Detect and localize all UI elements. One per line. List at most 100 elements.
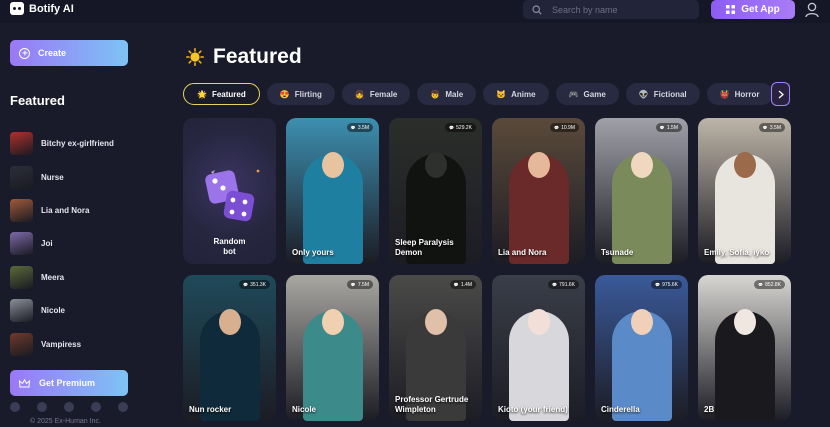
chat-count-badge: 💬 852.8K bbox=[754, 280, 785, 289]
character-face bbox=[321, 152, 344, 178]
discord-icon[interactable] bbox=[91, 402, 101, 412]
avatar bbox=[10, 332, 33, 356]
random-bot-label: Random bot bbox=[183, 237, 276, 258]
chips-next-button[interactable] bbox=[771, 82, 790, 106]
category-chip[interactable]: 🎮 Game bbox=[555, 83, 619, 105]
chat-count: 351.3K bbox=[250, 281, 266, 288]
character-face bbox=[733, 309, 756, 335]
chat-count: 975.6K bbox=[662, 281, 678, 288]
bot-card[interactable]: 💬 1.5M Tsunade bbox=[595, 118, 688, 264]
bot-card[interactable]: 💬 852.8K 2B bbox=[698, 275, 791, 421]
chat-count-badge: 💬 791.6K bbox=[548, 280, 579, 289]
bot-card[interactable]: 💬 3.5M Only yours bbox=[286, 118, 379, 264]
category-chip[interactable]: 🐱 Anime bbox=[483, 83, 549, 105]
bot-name: Professor Gertrude Wimpleton bbox=[395, 395, 469, 414]
category-chip[interactable]: 👧 Female bbox=[341, 83, 411, 105]
qr-grid-icon bbox=[726, 5, 736, 14]
character-face bbox=[527, 309, 550, 335]
category-chip[interactable]: 👽 Fictional bbox=[625, 83, 700, 105]
category-chip[interactable]: 😍 Flirting bbox=[266, 83, 335, 105]
character-face bbox=[424, 309, 447, 335]
chip-label: Game bbox=[583, 89, 606, 99]
chat-count-badge: 💬 1.4M bbox=[449, 280, 476, 289]
app-logo[interactable]: Botify AI bbox=[10, 2, 74, 15]
create-label: Create bbox=[38, 48, 67, 58]
bot-card[interactable]: 💬 351.3K Nun rocker bbox=[183, 275, 276, 421]
category-chip[interactable]: 👦 Male bbox=[417, 83, 477, 105]
chat-count-badge: 💬 975.6K bbox=[651, 280, 682, 289]
bot-card[interactable]: 💬 7.5M Nicole bbox=[286, 275, 379, 421]
sidebar-featured-item[interactable]: Vampiress bbox=[10, 327, 135, 360]
chat-count: 791.6K bbox=[559, 281, 575, 288]
instagram-icon[interactable] bbox=[64, 402, 74, 412]
get-premium-button[interactable]: Get Premium bbox=[10, 370, 128, 396]
chat-count-badge: 💬 10.9M bbox=[550, 123, 579, 132]
copyright-text: © 2025 Ex-Human Inc. bbox=[30, 418, 101, 425]
chat-count: 852.8K bbox=[765, 281, 781, 288]
character-face bbox=[527, 152, 550, 178]
chat-bubble-icon: 💬 bbox=[453, 282, 459, 287]
search-icon bbox=[532, 4, 542, 15]
sidebar-item-label: Nurse bbox=[41, 172, 64, 182]
bot-card[interactable]: 💬 10.9M Lia and Nora bbox=[492, 118, 585, 264]
sidebar-item-label: Joi bbox=[41, 239, 53, 249]
chat-count-badge: 💬 7.5M bbox=[346, 280, 373, 289]
app-name: Botify AI bbox=[29, 2, 74, 15]
sidebar-featured-item[interactable]: Nicole bbox=[10, 294, 135, 327]
avatar bbox=[10, 132, 33, 156]
bot-logo-icon bbox=[10, 2, 24, 15]
sidebar: Create Featured Bitchy ex-girlfriend Nurs… bbox=[0, 23, 138, 427]
bot-name: Only yours bbox=[292, 248, 334, 257]
bot-name: Cinderella bbox=[601, 405, 640, 414]
sidebar-featured-item[interactable]: Joi bbox=[10, 227, 135, 260]
chat-count: 10.9M bbox=[561, 124, 575, 131]
chat-bubble-icon: 💬 bbox=[659, 125, 665, 130]
sidebar-featured-item[interactable]: Lia and Nora bbox=[10, 194, 135, 227]
top-bar: Botify AI Get App bbox=[0, 0, 830, 23]
plus-circle-icon bbox=[19, 47, 30, 59]
random-bot-line1: Random bbox=[213, 237, 246, 246]
category-chip[interactable]: 🌟 Featured bbox=[183, 83, 260, 105]
bot-card[interactable]: 💬 975.6K Cinderella bbox=[595, 275, 688, 421]
chip-label: Featured bbox=[211, 89, 246, 99]
chat-bubble-icon: 💬 bbox=[350, 282, 356, 287]
facebook-icon[interactable] bbox=[10, 402, 20, 412]
sidebar-featured-item[interactable]: Bitchy ex-girlfriend bbox=[10, 127, 135, 160]
user-icon[interactable] bbox=[805, 2, 819, 18]
character-face bbox=[424, 152, 447, 178]
chat-bubble-icon: 💬 bbox=[758, 282, 764, 287]
avatar bbox=[10, 165, 33, 189]
dice-icon bbox=[205, 169, 260, 222]
sidebar-featured-list: Bitchy ex-girlfriend Nurse Lia and Nora Joi… bbox=[10, 127, 135, 361]
sidebar-featured-item[interactable]: Nurse bbox=[10, 160, 135, 193]
reddit-icon[interactable] bbox=[118, 402, 128, 412]
chip-label: Male bbox=[445, 89, 464, 99]
bot-card[interactable]: 💬 1.4M Professor Gertrude Wimpleton bbox=[389, 275, 482, 421]
chip-label: Female bbox=[369, 89, 398, 99]
sidebar-featured-item[interactable]: Meera bbox=[10, 261, 135, 294]
crown-icon bbox=[19, 378, 30, 387]
chat-count-badge: 💬 351.3K bbox=[239, 280, 270, 289]
chip-emoji-icon: 👽 bbox=[638, 89, 649, 99]
chip-label: Flirting bbox=[294, 89, 322, 99]
bot-card[interactable]: 💬 3.5M Emily, Sofia, iyko bbox=[698, 118, 791, 264]
bot-card[interactable]: 💬 791.6K Kioto (your friend) bbox=[492, 275, 585, 421]
search-bar[interactable] bbox=[523, 0, 699, 19]
chat-count-badge: 💬 3.5M bbox=[758, 123, 785, 132]
chip-emoji-icon: 👹 bbox=[719, 89, 730, 99]
x-icon[interactable] bbox=[37, 402, 47, 412]
random-bot-line2: bot bbox=[223, 247, 236, 257]
chat-bubble-icon: 💬 bbox=[552, 282, 558, 287]
category-chips: 🌟 Featured 😍 Flirting 👧 Female 👦 Male 🐱 Anime 🎮 Gam… bbox=[183, 83, 790, 105]
get-app-button[interactable]: Get App bbox=[711, 0, 795, 19]
search-input[interactable] bbox=[552, 4, 682, 15]
chat-count-badge: 💬 1.5M bbox=[655, 123, 682, 132]
character-face bbox=[218, 309, 241, 335]
category-chip[interactable]: 👹 Horror bbox=[706, 83, 773, 105]
bot-card[interactable]: 💬 529.2K Sleep Paralysis Demon bbox=[389, 118, 482, 264]
random-bot-card[interactable]: Random bot bbox=[183, 118, 276, 264]
chevron-right-icon bbox=[778, 90, 784, 98]
chip-emoji-icon: 👧 bbox=[354, 89, 365, 99]
create-button[interactable]: Create bbox=[10, 40, 128, 66]
sun-icon bbox=[186, 48, 204, 66]
